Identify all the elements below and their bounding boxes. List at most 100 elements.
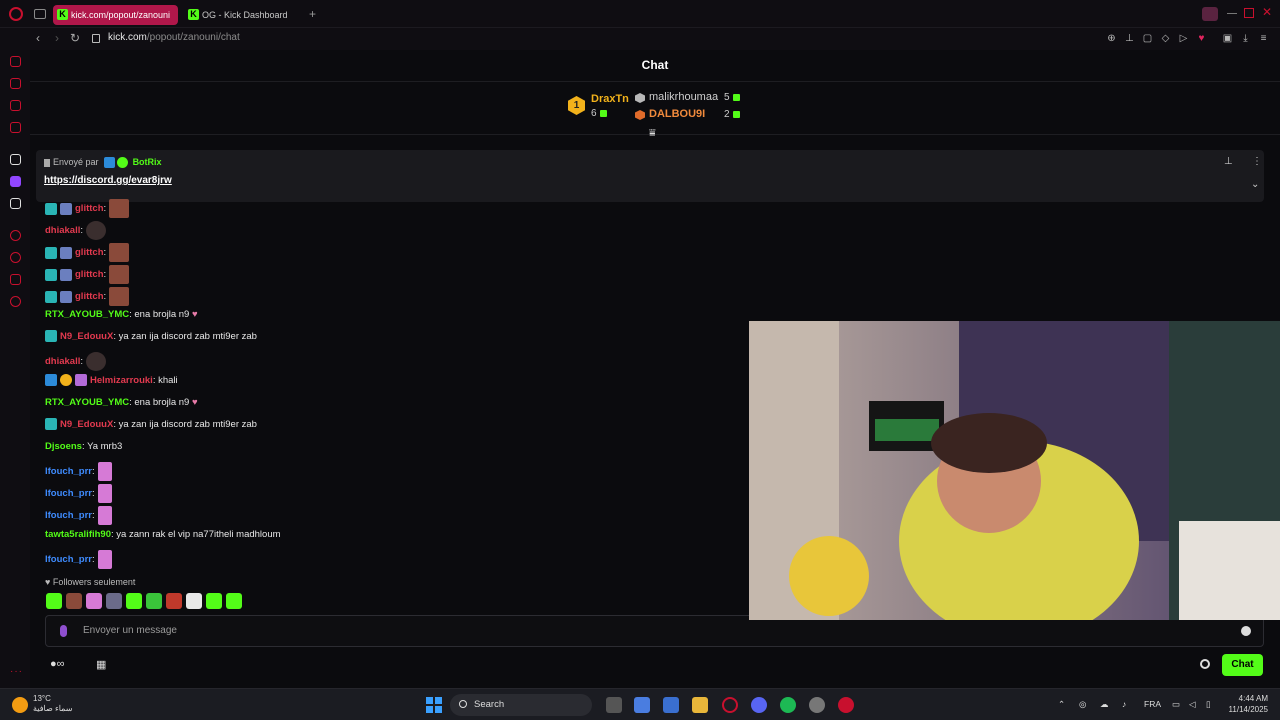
username[interactable]: lfouch_prr <box>45 510 92 521</box>
news-icon[interactable] <box>10 122 21 133</box>
chevron-down-icon[interactable]: ⌄ <box>1251 179 1259 190</box>
chat-message[interactable]: lfouch_prr: <box>45 550 112 569</box>
emote-icon[interactable] <box>166 592 182 609</box>
task-view-icon[interactable] <box>606 697 622 713</box>
player-icon[interactable] <box>10 230 21 241</box>
collapse-leaderboard-icon[interactable]: ⩸ <box>649 127 656 140</box>
chat-message[interactable]: RTX_AYOUB_YMC: ena brojla n9 ♥ <box>45 308 198 322</box>
taskbar-search[interactable]: Search <box>450 694 592 716</box>
send-chat-button[interactable]: Chat <box>1222 654 1263 676</box>
chat-message[interactable]: RTX_AYOUB_YMC: ena brojla n9 ♥ <box>45 396 198 410</box>
wallet-icon[interactable]: ▣ <box>1222 33 1233 44</box>
chat-message[interactable]: tawta5ralifih90: ya zann rak el vip na77… <box>45 528 281 542</box>
tab-islands-icon[interactable] <box>34 9 46 19</box>
username[interactable]: Djsoens <box>45 441 82 452</box>
pinned-link[interactable]: https://discord.gg/evar8jrw <box>44 175 172 186</box>
chat-message[interactable]: N9_EdouuX: ya zan ija discord zab mti9er… <box>45 330 257 344</box>
opera-gx-icon[interactable] <box>838 697 854 713</box>
username[interactable]: dhiakall <box>45 356 80 367</box>
settings-icon[interactable] <box>10 296 21 307</box>
more-icon[interactable]: ··· <box>10 666 23 677</box>
emote-icon[interactable] <box>46 592 62 609</box>
stream-video-pip[interactable] <box>749 321 1280 620</box>
emote-icon[interactable] <box>206 592 222 609</box>
chat-message[interactable]: glittch: <box>45 287 130 306</box>
lock-icon[interactable] <box>92 34 100 43</box>
emote-icon[interactable] <box>186 592 202 609</box>
discord-icon[interactable] <box>751 697 767 713</box>
username[interactable]: RTX_AYOUB_YMC <box>45 309 129 320</box>
username[interactable]: N9_EdouuX <box>60 419 113 430</box>
network-icon[interactable]: ▭ <box>1172 699 1180 710</box>
points-icon[interactable]: ●∞ <box>50 658 65 670</box>
chat-message[interactable]: lfouch_prr: <box>45 462 112 481</box>
weather-icon[interactable] <box>12 697 28 713</box>
tray-app-icon[interactable]: ◎ <box>1079 699 1086 710</box>
mic-icon[interactable] <box>60 625 67 637</box>
app-icon[interactable] <box>10 154 21 165</box>
emote-icon[interactable] <box>66 592 82 609</box>
new-tab-button[interactable]: + <box>309 8 316 20</box>
chat-message[interactable]: glittch: <box>45 243 130 262</box>
emote-icon[interactable] <box>126 592 142 609</box>
username[interactable]: Helmizarrouki <box>90 375 153 386</box>
username[interactable]: N9_EdouuX <box>60 331 113 342</box>
volume-icon[interactable]: ◁ <box>1189 699 1196 710</box>
zoom-icon[interactable]: ⊕ <box>1106 33 1117 44</box>
url-field[interactable]: kick.com/popout/zanouni/chat <box>108 32 240 43</box>
download-icon[interactable]: ⤓ <box>1240 33 1251 44</box>
clock[interactable]: 4:44 AM 11/14/2025 <box>1222 693 1268 715</box>
username[interactable]: tawta5ralifih90 <box>45 529 111 540</box>
emoji-icon[interactable] <box>1241 626 1251 636</box>
username[interactable]: glittch <box>75 247 104 258</box>
chat-message[interactable]: glittch: <box>45 265 130 284</box>
copilot-icon[interactable] <box>634 697 650 713</box>
bag-icon[interactable] <box>10 78 21 89</box>
x-icon[interactable] <box>10 198 21 209</box>
search-tabs-button[interactable] <box>1202 7 1218 21</box>
more-options-icon[interactable]: ⋮ <box>1252 156 1262 167</box>
extensions-icon[interactable] <box>10 274 21 285</box>
shield-icon[interactable]: ◇ <box>1160 33 1171 44</box>
pin-icon[interactable]: ⊥ <box>1124 33 1135 44</box>
pinned-sender[interactable]: BotRix <box>133 157 162 167</box>
username[interactable]: glittch <box>75 203 104 214</box>
username[interactable]: lfouch_prr <box>45 466 92 477</box>
battery-icon[interactable]: ▯ <box>1206 699 1211 710</box>
snapshot-icon[interactable]: ▢ <box>1142 33 1153 44</box>
leader-second-name[interactable]: malikrhoumaa <box>649 91 718 103</box>
emote-icon[interactable] <box>226 592 242 609</box>
forward-button[interactable]: › <box>55 31 59 45</box>
windows-start-icon[interactable] <box>426 697 442 713</box>
emote-icon[interactable] <box>86 592 102 609</box>
store-icon[interactable]: ▦ <box>96 658 106 671</box>
chat-message[interactable]: glittch: <box>45 199 130 218</box>
chat-message[interactable]: lfouch_prr: <box>45 506 112 525</box>
weather-widget[interactable]: 13°C سماء صافية <box>33 694 73 714</box>
language-indicator[interactable]: FRA <box>1144 699 1161 709</box>
aria-icon[interactable] <box>10 56 21 67</box>
cloud-icon[interactable]: ☁ <box>1100 699 1109 710</box>
messenger-icon[interactable] <box>10 100 21 111</box>
play-icon[interactable]: ▷ <box>1178 33 1189 44</box>
twitch-icon[interactable] <box>10 176 21 187</box>
back-button[interactable]: ‹ <box>36 31 40 45</box>
emote-icon[interactable] <box>146 592 162 609</box>
chat-message[interactable]: dhiakall: <box>45 352 107 371</box>
username[interactable]: dhiakall <box>45 225 80 236</box>
store-app-icon[interactable] <box>663 697 679 713</box>
leader-third-name[interactable]: DALBOU9I <box>649 108 705 120</box>
chat-message[interactable]: dhiakall: <box>45 221 107 240</box>
username[interactable]: RTX_AYOUB_YMC <box>45 397 129 408</box>
unpin-icon[interactable]: ⊥ <box>1224 156 1233 167</box>
username[interactable]: glittch <box>75 269 104 280</box>
close-window-button[interactable]: ✕ <box>1262 5 1272 19</box>
mic-tray-icon[interactable]: ♪ <box>1122 699 1126 709</box>
emote-icon[interactable] <box>106 592 122 609</box>
reload-button[interactable]: ↻ <box>70 31 80 45</box>
maximize-button[interactable] <box>1244 8 1254 18</box>
tab-kick-popout[interactable]: K kick.com/popout/zanouni <box>53 5 178 25</box>
username[interactable]: lfouch_prr <box>45 488 92 499</box>
chat-message[interactable]: lfouch_prr: <box>45 484 112 503</box>
username[interactable]: glittch <box>75 291 104 302</box>
